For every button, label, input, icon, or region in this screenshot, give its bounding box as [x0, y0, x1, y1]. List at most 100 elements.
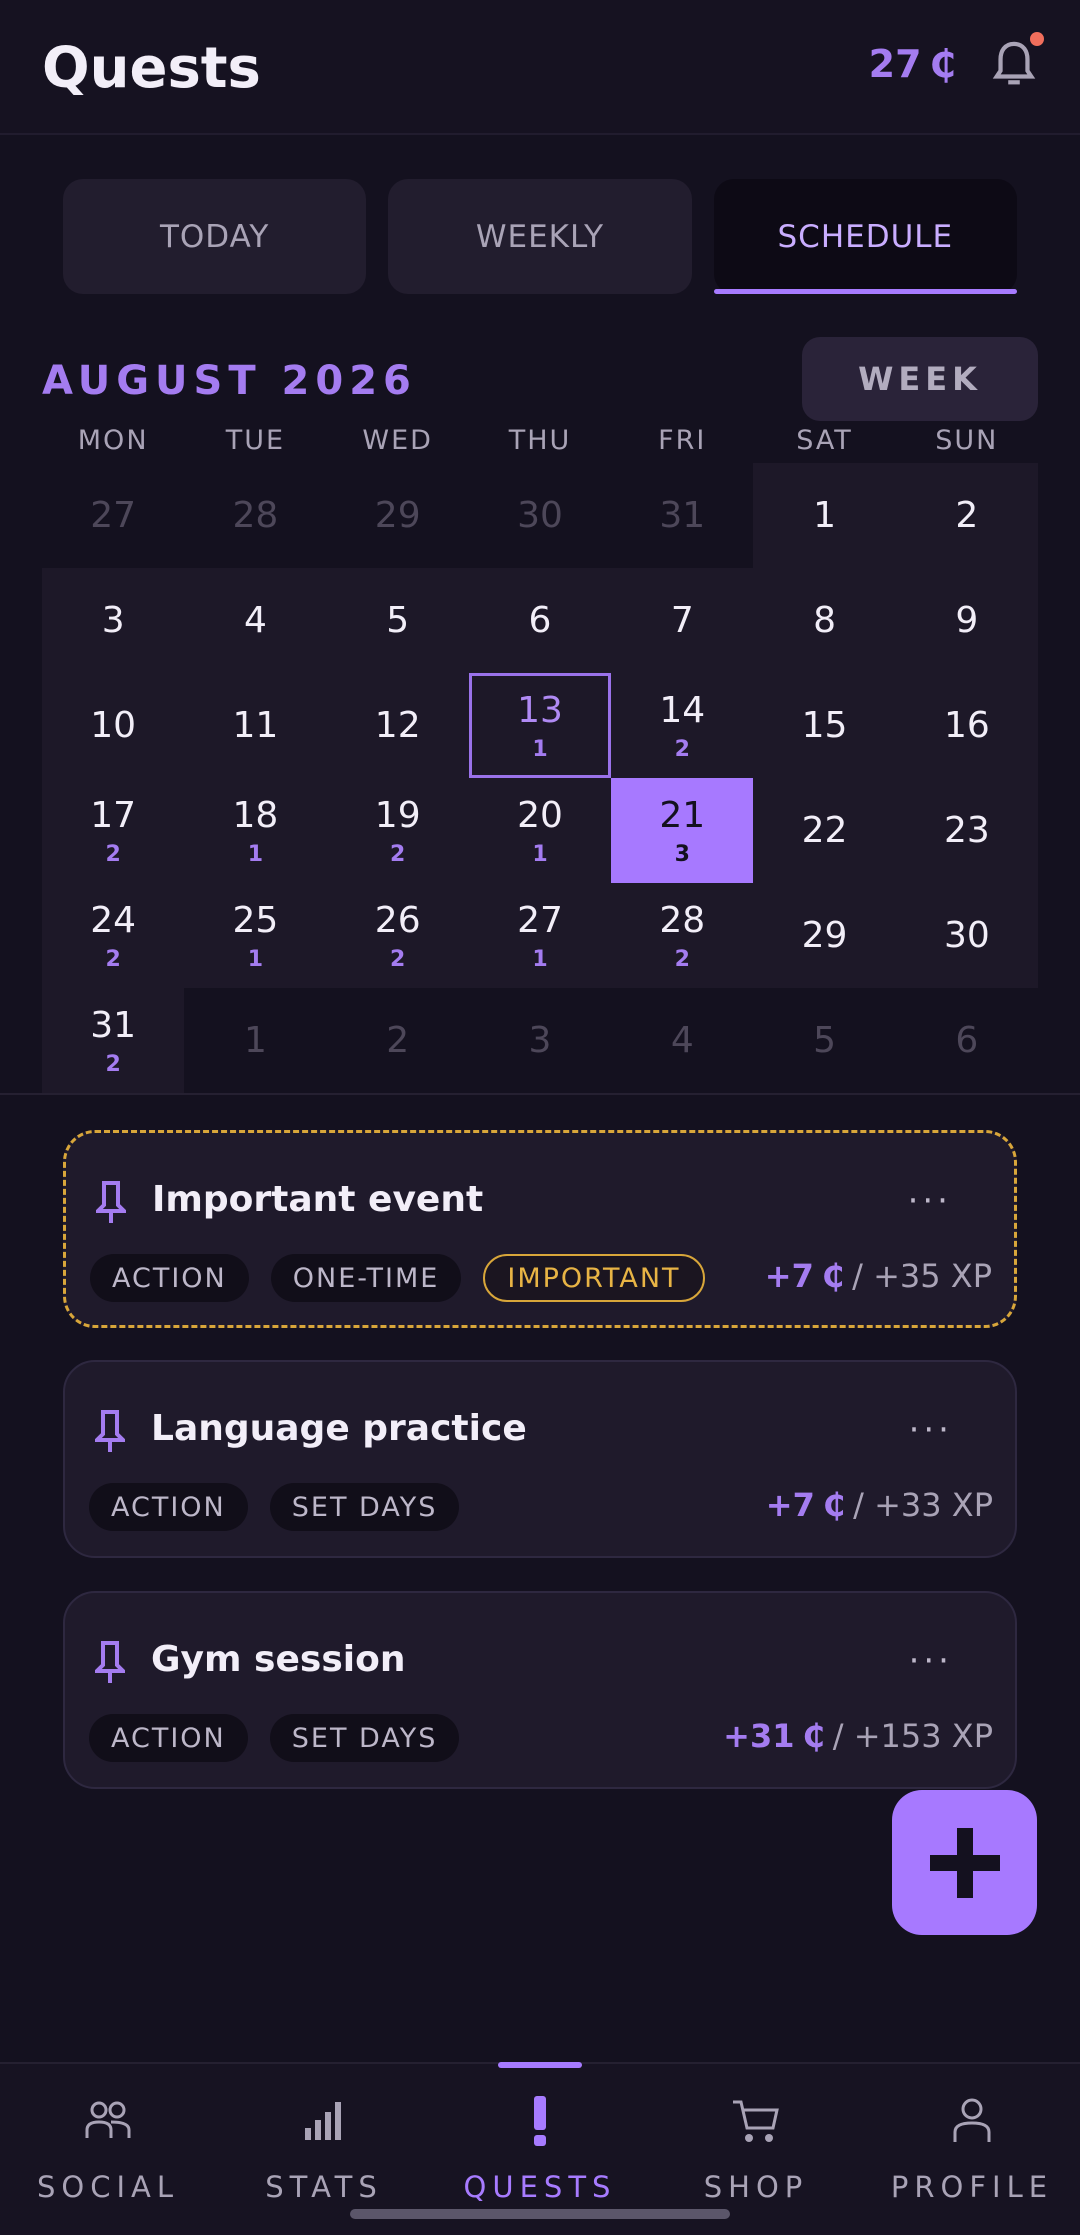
divider [0, 1093, 1080, 1095]
nav-label: QUESTS [463, 2170, 617, 2204]
calendar-day[interactable]: 5 [326, 568, 469, 673]
calendar-day: 2 [327, 988, 469, 1093]
calendar-day[interactable]: 22 [753, 778, 896, 883]
quest-title: Gym session [151, 1639, 406, 1680]
day-number: 21 [659, 794, 706, 836]
coin-icon: ₵ [822, 1486, 846, 1524]
calendar-day[interactable]: 23 [895, 778, 1038, 883]
nav-profile[interactable]: PROFILE [864, 2064, 1080, 2235]
reward-coins: +7 [765, 1486, 815, 1524]
calendar-day[interactable]: 31 2 [42, 988, 185, 1093]
page-title: Quests [42, 36, 261, 101]
calendar-day[interactable]: 19 2 [326, 778, 469, 883]
more-options-button[interactable]: ··· [909, 1410, 953, 1450]
calendar-day[interactable]: 25 1 [184, 883, 327, 988]
calendar-day[interactable]: 30 [895, 883, 1038, 988]
day-number: 4 [670, 1020, 694, 1061]
day-number: 28 [232, 495, 279, 536]
calendar-day[interactable]: 27 1 [468, 883, 612, 988]
reward-xp: / +33 XP [853, 1486, 993, 1524]
reward-xp: / +35 XP [852, 1257, 992, 1295]
calendar-day[interactable]: 8 [753, 568, 896, 673]
calendar-day[interactable]: 7 [611, 568, 754, 673]
coin-balance[interactable]: 27 ₵ [869, 42, 956, 86]
day-number: 27 [517, 899, 563, 941]
day-number: 26 [374, 899, 421, 941]
calendar-day[interactable]: 28 2 [611, 883, 754, 988]
weekday-fri: FRI [658, 425, 707, 456]
tab-today[interactable]: TODAY [63, 179, 367, 294]
important-tag: IMPORTANT [483, 1254, 705, 1302]
quest-card[interactable]: Important event ··· ACTION ONE-TIME IMPORTAN… [63, 1130, 1017, 1328]
quest-count: 2 [390, 946, 406, 972]
calendar-day[interactable]: 2 [895, 463, 1038, 568]
calendar-day[interactable]: 11 [184, 673, 327, 778]
quest-tag: ACTION [90, 1254, 249, 1302]
add-quest-button[interactable] [892, 1790, 1037, 1935]
calendar-day[interactable]: 12 [326, 673, 469, 778]
quest-count: 1 [247, 946, 264, 972]
calendar-day[interactable]: 13 1 [468, 673, 612, 778]
quest-count: 2 [105, 946, 121, 972]
calendar-day[interactable]: 10 [42, 673, 185, 778]
calendar-day[interactable]: 16 [895, 673, 1038, 778]
plus-icon [929, 1827, 1000, 1898]
social-icon [85, 2101, 131, 2138]
reward-coins: +7 [764, 1257, 814, 1295]
pin-icon [96, 1181, 126, 1223]
day-number: 5 [813, 1020, 837, 1061]
quest-count: 2 [674, 736, 690, 762]
calendar-day[interactable]: 24 2 [42, 883, 185, 988]
coin-count: 27 [868, 42, 922, 86]
calendar-day[interactable]: 1 [753, 463, 896, 568]
weekday-sat: SAT [796, 425, 853, 456]
calendar-day[interactable]: 26 2 [326, 883, 469, 988]
day-number: 3 [528, 1020, 552, 1061]
calendar-day[interactable]: 15 [753, 673, 896, 778]
quest-count: 1 [532, 736, 548, 762]
calendar-day: 3 [469, 988, 611, 1093]
reward-coins: +31 [723, 1717, 795, 1755]
app-header: Quests 27 ₵ [0, 0, 1080, 135]
nav-social[interactable]: SOCIAL [0, 2064, 216, 2235]
day-number: 7 [670, 600, 694, 641]
bell-icon[interactable] [992, 40, 1036, 90]
calendar-day[interactable]: 4 [184, 568, 327, 673]
calendar-day[interactable]: 17 2 [42, 778, 185, 883]
tab-schedule[interactable]: SCHEDULE [713, 179, 1018, 294]
quests-icon [534, 2096, 546, 2146]
day-number: 24 [90, 899, 137, 941]
calendar-day[interactable]: 9 [895, 568, 1038, 673]
day-number: 13 [517, 689, 563, 731]
pin-icon [95, 1641, 125, 1683]
more-options-button[interactable]: ··· [908, 1181, 952, 1221]
calendar-day[interactable]: 21 3 [611, 778, 754, 883]
calendar-day[interactable]: 6 [468, 568, 612, 673]
day-number: 25 [232, 899, 279, 941]
calendar-day[interactable]: 3 [42, 568, 185, 673]
quest-count: 1 [247, 841, 264, 867]
weekday-tue: TUE [225, 425, 286, 456]
calendar-day[interactable]: 29 [753, 883, 896, 988]
day-number: 29 [374, 495, 421, 536]
nav-label: SOCIAL [36, 2170, 180, 2204]
quest-card[interactable]: Language practice ··· ACTION SET DAYS +7 ₵ / +… [63, 1360, 1017, 1558]
week-view-button[interactable]: WEEK [802, 337, 1038, 421]
day-number: 16 [943, 705, 990, 746]
calendar-day[interactable]: 20 1 [468, 778, 612, 883]
calendar-day[interactable]: 18 1 [184, 778, 327, 883]
day-number: 12 [374, 705, 421, 746]
weekday-sun: SUN [935, 425, 999, 456]
day-number: 20 [517, 794, 563, 836]
day-number: 29 [801, 915, 848, 956]
more-options-button[interactable]: ··· [909, 1641, 953, 1681]
tab-weekly[interactable]: WEEKLY [388, 179, 692, 294]
calendar-day: 29 [327, 463, 469, 568]
coin-icon: ₵ [802, 1717, 825, 1755]
day-number: 28 [659, 899, 706, 941]
calendar-day[interactable]: 14 2 [611, 673, 754, 778]
quest-card[interactable]: Gym session ··· ACTION SET DAYS +31 ₵ / +153 X… [63, 1591, 1017, 1789]
quest-tag: SET DAYS [269, 1714, 460, 1762]
day-number: 11 [232, 705, 279, 746]
calendar-day: 1 [184, 988, 326, 1093]
